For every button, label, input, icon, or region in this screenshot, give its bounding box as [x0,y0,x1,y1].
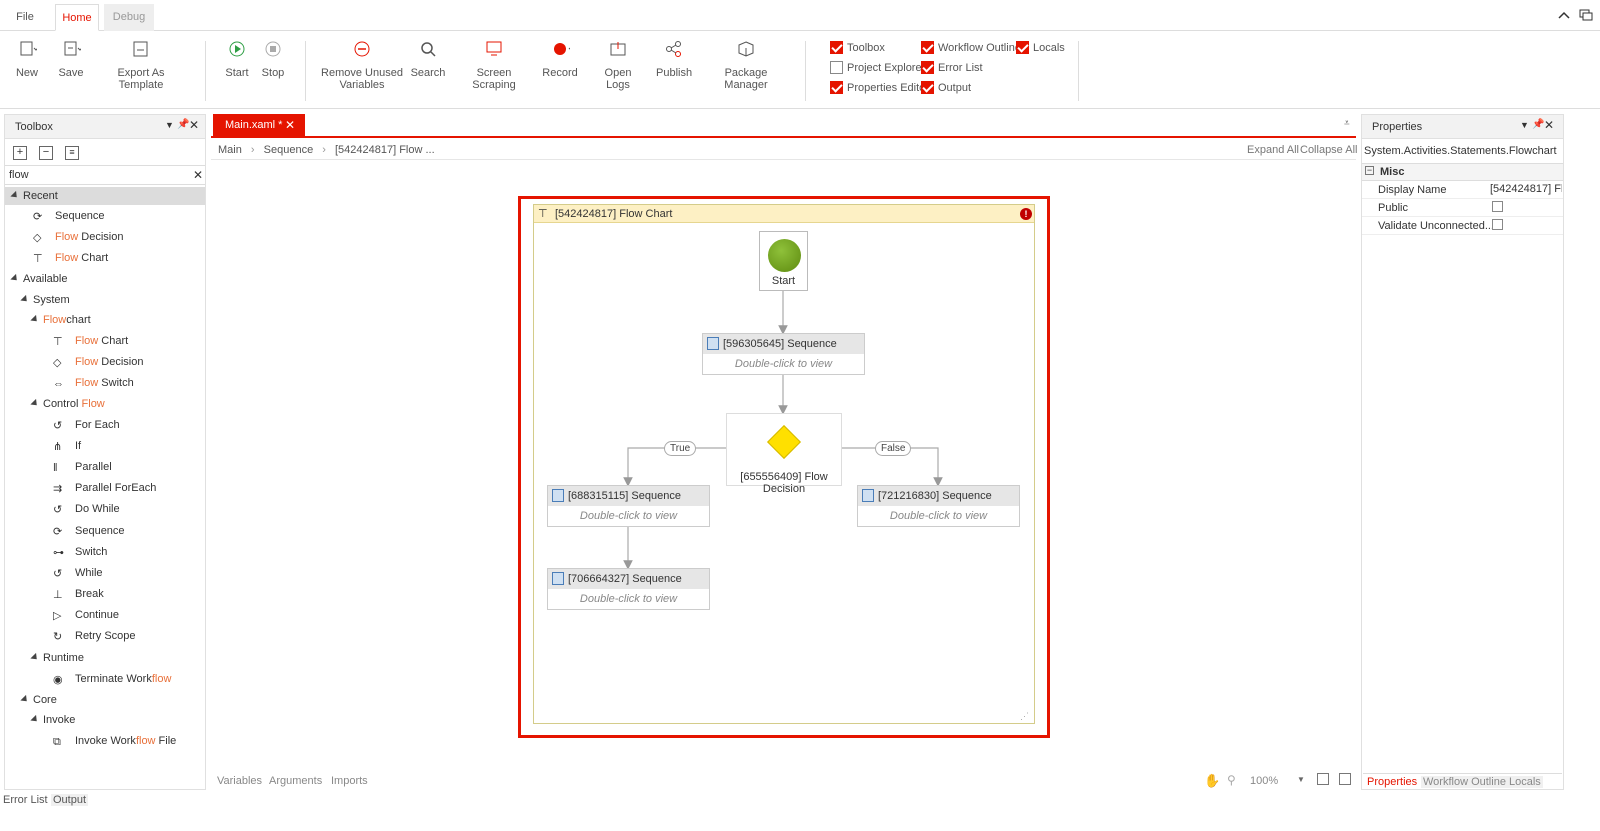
arguments-tab[interactable]: Arguments [269,775,322,787]
misc-group-label: Misc [1380,166,1405,178]
fit-to-screen-icon[interactable] [1317,773,1329,785]
property-row-validate: Validate Unconnected... [1362,217,1563,235]
properties-bottom-tabs: Properties Workflow Outline Locals [1363,773,1562,789]
double-click-hint: Double-click to view [579,510,678,522]
imports-tab[interactable]: Imports [331,775,368,787]
display-name-field[interactable]: [542424817] Flow [1490,183,1562,195]
tab-output[interactable]: Output [51,794,89,806]
start-circle-icon [768,239,801,272]
properties-dropdown-icon[interactable]: ▼ [1520,120,1529,130]
properties-title: Properties [1372,121,1423,133]
true-branch-label[interactable]: True [664,441,697,456]
double-click-hint: Double-click to view [734,358,833,370]
sequence-icon [707,337,719,350]
close-icon[interactable]: ✕ [1544,118,1554,132]
flow-decision-node[interactable]: [655556409] Flow Decision [726,413,842,495]
sequence-title: [688315115] Sequence [568,490,681,502]
variables-tab[interactable]: Variables [217,775,262,787]
properties-type: System.Activities.Statements.Flowchart [1364,145,1557,157]
pan-hand-icon[interactable]: ✋ [1204,773,1220,789]
bottom-panel-tabs: Error List Output [0,791,1600,810]
property-name: Public [1378,202,1408,214]
sequence-icon [552,489,564,502]
tab-locals[interactable]: Locals [1507,776,1543,788]
sequence-title: [706664327] Sequence [568,573,682,585]
public-checkbox[interactable] [1492,201,1503,212]
sequence-icon [552,572,564,585]
sequence-title: [596305645] Sequence [723,338,837,350]
zoom-dropdown-icon[interactable]: ▼ [1297,775,1305,784]
overview-map-icon[interactable] [1339,773,1351,785]
tab-workflow-outline[interactable]: Workflow Outline [1421,776,1508,788]
decision-label: [655556409] Flow Decision [740,471,828,495]
property-row-public: Public [1362,199,1563,217]
status-bar [0,810,1600,831]
collapse-group-icon[interactable]: − [1365,166,1374,175]
misc-group[interactable]: − Misc [1362,163,1563,181]
zoom-level[interactable]: 100% [1250,775,1278,787]
tab-error-list[interactable]: Error List [3,794,48,806]
property-row-display-name: Display Name [542424817] Flow [1362,181,1563,199]
sequence-title: [721216830] Sequence [878,490,992,502]
properties-header: Properties ▼ 📌 ✕ [1362,115,1563,139]
validate-unconnected-checkbox[interactable] [1492,219,1503,230]
double-click-hint: Double-click to view [579,593,678,605]
property-name: Validate Unconnected... [1378,220,1494,232]
sequence-node-706664327[interactable]: [706664327] Sequence Double-click to vie… [547,568,710,610]
pin-icon[interactable]: 📌 [1532,119,1544,130]
tab-properties[interactable]: Properties [1367,776,1417,788]
properties-panel: Properties ▼ 📌 ✕ System.Activities.State… [1361,114,1564,790]
start-node[interactable]: Start [759,231,808,291]
sequence-node-596305645[interactable]: [596305645] Sequence Double-click to vie… [702,333,865,375]
zoom-icon[interactable]: ⚲ [1227,773,1236,787]
property-name: Display Name [1378,184,1447,196]
sequence-node-721216830[interactable]: [721216830] Sequence Double-click to vie… [857,485,1020,527]
false-branch-label[interactable]: False [875,441,912,456]
double-click-hint: Double-click to view [889,510,988,522]
decision-diamond-icon [767,425,801,459]
start-label: Start [771,275,796,287]
sequence-icon [862,489,874,502]
sequence-node-688315115[interactable]: [688315115] Sequence Double-click to vie… [547,485,710,527]
